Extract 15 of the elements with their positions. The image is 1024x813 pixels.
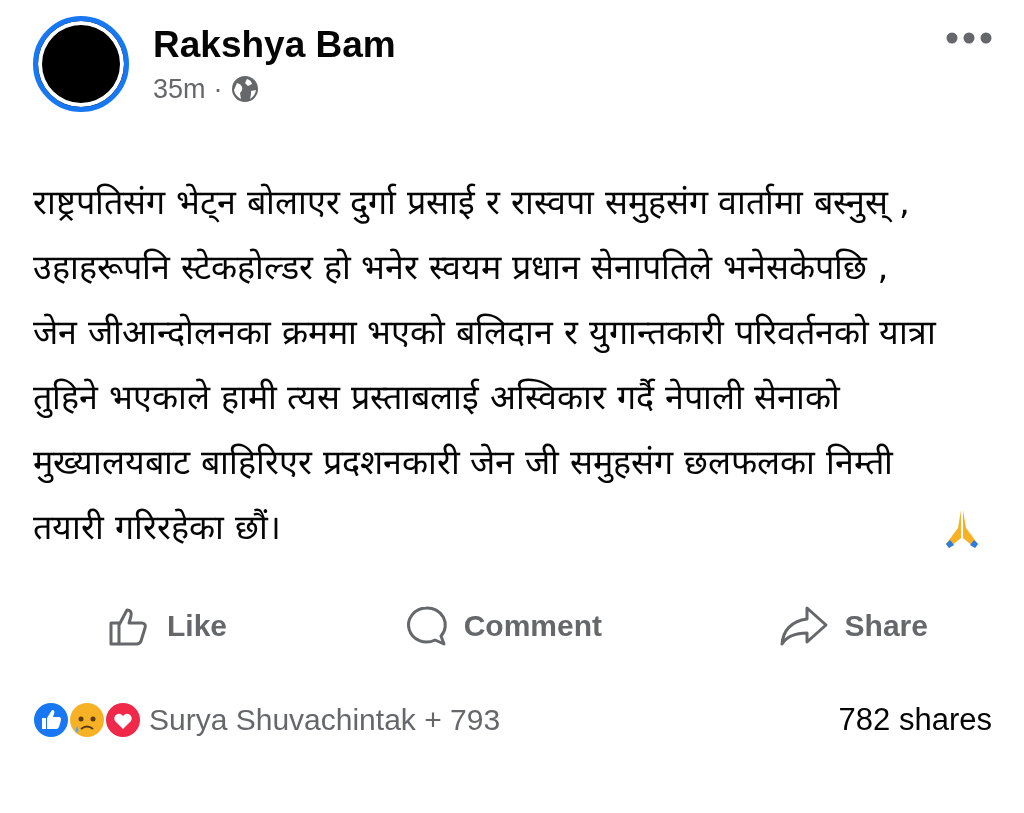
share-arrow-icon xyxy=(778,604,829,648)
sad-face-icon xyxy=(69,702,105,738)
more-options-icon[interactable] xyxy=(946,32,992,44)
globe-icon xyxy=(230,75,259,103)
like-reaction-icon xyxy=(33,702,69,738)
like-button[interactable]: Like xyxy=(103,600,232,652)
separator-dot: · xyxy=(213,73,223,105)
share-button[interactable]: Share xyxy=(774,600,932,652)
share-count[interactable]: 782 shares xyxy=(838,702,992,738)
post-time[interactable]: 35m xyxy=(153,73,206,105)
heart-reaction-icon xyxy=(105,702,141,738)
reaction-summary[interactable]: Surya Shuvachintak + 793 xyxy=(149,703,839,737)
comment-button[interactable]: Comment xyxy=(399,600,606,652)
author-name[interactable]: Rakshya Bam xyxy=(153,23,922,66)
post-text: राष्ट्रपतिसंग भेट्न बोलाएर दुर्गा प्रसाई र रास्वपा समुहसंग वार्तामा बस्नुस् , उहाहरूपनि स्टेकहोल्डर हो भनेर स्वयम प्रधान सेनापतिले भनेसकेपछि , जेन जीआन्दोलनका क्रममा भएको बलिदान र युगान्तकारी परिवर्तनको यात्रा तुहिने भएकाले हामी त्यस प्रस्ताबलाई अस्विकार गर्दै नेपाली सेनाको मुख्यालयबाट बाहिरिएर प्रदशनकारी जेन जी समुहसंग छलफलका निम्ती तयारी गरिरहेका छौं। xyxy=(33,181,938,549)
